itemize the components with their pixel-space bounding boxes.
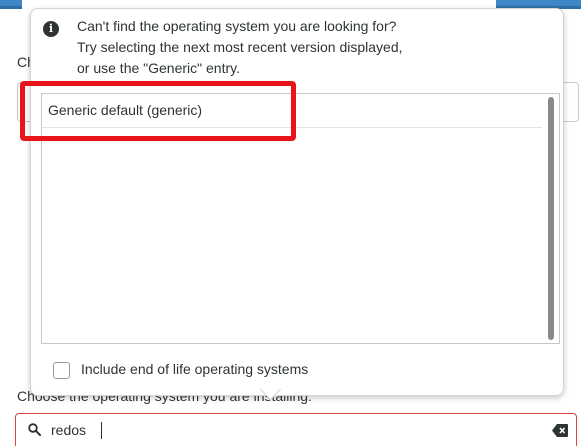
os-search-field[interactable] xyxy=(15,413,577,446)
eol-checkbox-label[interactable]: Include end of life operating systems xyxy=(81,361,308,377)
clear-backspace-icon[interactable] xyxy=(552,424,568,437)
search-input[interactable] xyxy=(51,418,531,442)
highlight-annotation xyxy=(20,81,296,141)
header-accent-left xyxy=(0,0,22,9)
eol-checkbox[interactable] xyxy=(53,362,70,379)
list-scrollbar[interactable] xyxy=(548,97,554,340)
info-icon: i xyxy=(43,21,59,37)
text-cursor xyxy=(101,422,102,439)
search-icon xyxy=(28,423,41,436)
popover-info-text: Can't find the operating system you are … xyxy=(77,16,403,78)
info-line: Can't find the operating system you are … xyxy=(77,18,397,34)
info-line: Try selecting the next most recent versi… xyxy=(77,39,403,55)
info-line: or use the "Generic" entry. xyxy=(77,60,240,76)
